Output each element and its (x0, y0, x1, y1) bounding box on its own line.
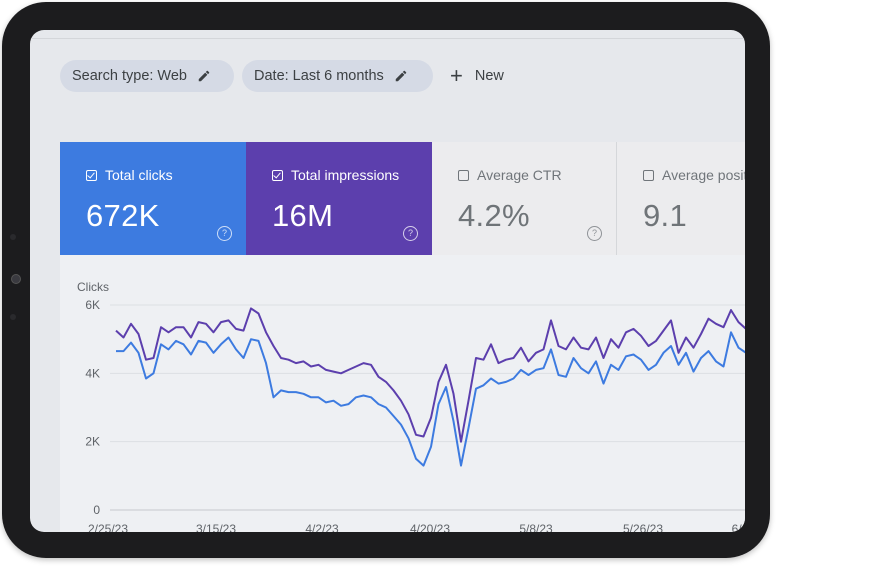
x-tick-label: 5/8/23 (519, 522, 553, 532)
metric-value: 9.1 (643, 198, 687, 233)
checkbox-icon[interactable] (458, 169, 469, 181)
camera-icon (11, 274, 21, 284)
metric-label: Total impressions (291, 167, 400, 183)
plus-icon: + (450, 63, 463, 88)
help-icon[interactable]: ? (217, 226, 232, 241)
performance-chart: Clicks 6K 4K 2K 0 2/25/23 3/15/23 4/2/23 4/20/23… (60, 255, 745, 532)
date-range-label: Date: Last 6 months (254, 68, 384, 84)
new-filter-button[interactable]: + New (450, 60, 504, 92)
help-icon[interactable]: ? (403, 226, 418, 241)
impressions-series-line (115, 307, 745, 443)
line-chart-svg: Clicks 6K 4K 2K 0 2/25/23 3/15/23 4/2/23 4/20/23… (77, 280, 745, 532)
x-tick-label: 5/26/23 (623, 522, 663, 532)
metric-label: Average CTR (477, 167, 562, 183)
y-tick-label: 2K (85, 435, 100, 449)
tablet-frame: Search type: Web Date: Last 6 months + N… (2, 2, 770, 558)
average-ctr-card[interactable]: Average CTR 4.2% ? (432, 142, 617, 255)
x-tick-label: 4/2/23 (305, 522, 339, 532)
date-filter-chip[interactable]: Date: Last 6 months (242, 60, 433, 92)
edit-pencil-icon[interactable] (394, 69, 408, 83)
search-type-label: Search type: Web (72, 68, 187, 84)
side-sensor-dot (10, 234, 16, 240)
x-tick-label: 4/20/23 (410, 522, 450, 532)
y-tick-label: 6K (85, 298, 100, 312)
metric-cards: Total clicks 672K ? Total impressions 16… (60, 142, 745, 255)
y-tick-label: 0 (93, 503, 100, 517)
checkbox-icon[interactable] (272, 169, 283, 181)
search-type-filter-chip[interactable]: Search type: Web (60, 60, 234, 92)
clicks-series-line (116, 331, 745, 467)
screen: Search type: Web Date: Last 6 months + N… (30, 30, 745, 532)
edit-pencil-icon[interactable] (197, 69, 211, 83)
y-axis-title: Clicks (77, 280, 109, 294)
side-sensor-dot (10, 314, 16, 320)
checkbox-icon[interactable] (86, 169, 97, 181)
y-tick-label: 4K (85, 366, 100, 380)
metric-label: Average positi (662, 167, 745, 183)
checkbox-icon[interactable] (643, 169, 654, 181)
divider (30, 38, 745, 39)
metric-label: Total clicks (105, 167, 173, 183)
total-clicks-card[interactable]: Total clicks 672K ? (60, 142, 246, 255)
x-tick-label: 2/25/23 (88, 522, 128, 532)
help-icon[interactable]: ? (587, 226, 602, 241)
new-button-label: New (474, 68, 504, 84)
average-position-card[interactable]: Average positi 9.1 (617, 142, 745, 255)
x-tick-label: 3/15/23 (196, 522, 236, 532)
x-tick-label: 6/1 (732, 522, 745, 532)
total-impressions-card[interactable]: Total impressions 16M ? (246, 142, 432, 255)
